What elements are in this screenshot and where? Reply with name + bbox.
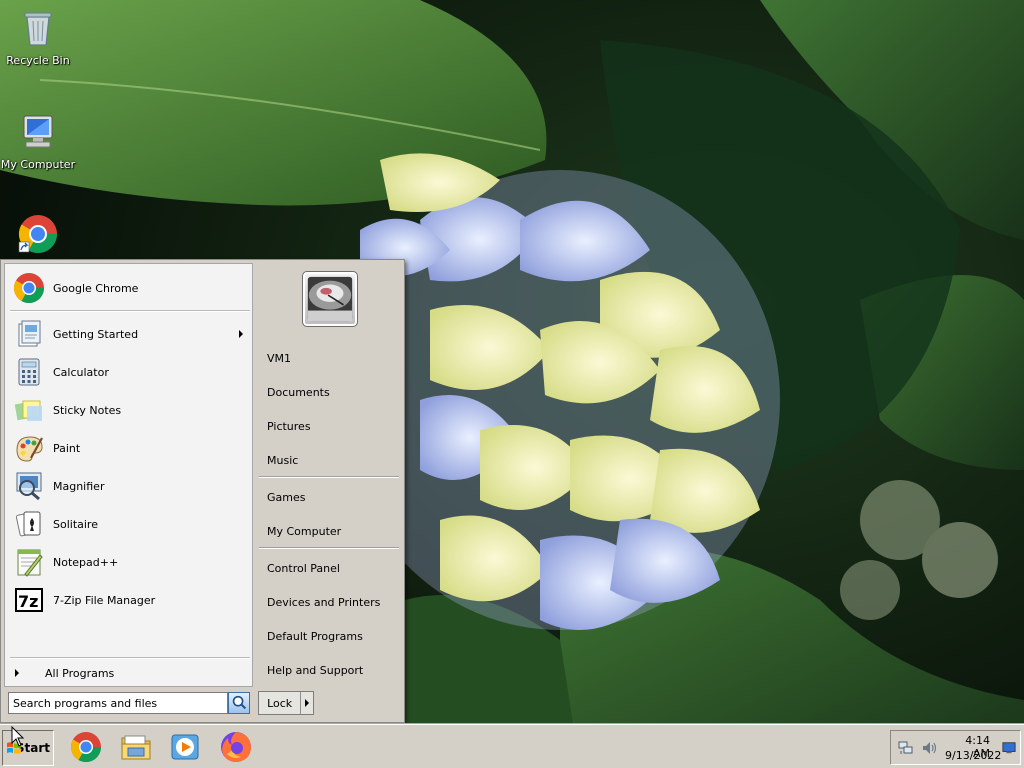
place-label: Control Panel <box>267 561 340 575</box>
user-avatar[interactable] <box>302 271 358 327</box>
places-separator <box>259 476 399 478</box>
search-input[interactable] <box>8 692 228 714</box>
show-desktop-icon[interactable] <box>1001 741 1017 755</box>
power-options-arrow-icon[interactable] <box>300 692 313 714</box>
taskbar-file-explorer-icon[interactable] <box>119 730 153 764</box>
taskbar-media-player-icon[interactable] <box>168 730 202 764</box>
start-item-label: Getting Started <box>53 327 139 341</box>
place-default-programs[interactable]: Default Programs <box>267 625 397 647</box>
desktop-icon-label: Recycle Bin <box>6 54 70 67</box>
clock-date[interactable]: 9/13/2022 <box>945 749 1001 762</box>
lock-button[interactable]: Lock <box>258 691 314 715</box>
place-control-panel[interactable]: Control Panel <box>267 557 397 579</box>
all-programs-label: All Programs <box>45 666 115 680</box>
mouse-cursor-icon <box>11 726 25 747</box>
place-label: Help and Support <box>267 663 364 677</box>
place-label: Documents <box>267 385 330 399</box>
desktop-icon-recycle-bin[interactable]: Recycle Bin <box>0 8 76 67</box>
place-label: Devices and Printers <box>267 595 381 609</box>
expand-arrow-icon <box>15 669 19 677</box>
place-vm1[interactable]: VM1 <box>267 347 397 369</box>
network-icon[interactable] <box>898 740 914 756</box>
submenu-arrow-icon <box>239 330 243 338</box>
taskbar: Start 4:14 AM 9/13/2022 <box>0 724 1024 768</box>
place-label: Default Programs <box>267 629 363 643</box>
start-menu-separator <box>10 657 250 659</box>
start-menu-programs-pane: Google Chrome Getting Started Calculator… <box>4 263 253 687</box>
desktop-icon-label: My Computer <box>0 158 76 171</box>
start-item-label: 7-Zip File Manager <box>53 593 156 607</box>
place-label: Pictures <box>267 419 311 433</box>
places-separator <box>259 547 399 549</box>
desktop-icon-my-computer[interactable]: My Computer <box>0 112 76 171</box>
place-label: VM1 <box>267 351 292 365</box>
place-devices-and-printers[interactable]: Devices and Printers <box>267 591 397 613</box>
lock-button-label: Lock <box>267 696 293 710</box>
place-pictures[interactable]: Pictures <box>267 415 397 437</box>
magnifier-icon <box>16 472 42 501</box>
svg-text:7z: 7z <box>18 592 38 611</box>
chrome-icon <box>13 273 45 304</box>
start-item-7-zip[interactable]: 7z 7-Zip File Manager <box>9 582 249 618</box>
start-item-label: Calculator <box>53 365 109 379</box>
place-music[interactable]: Music <box>267 449 397 471</box>
start-item-paint[interactable]: Paint <box>9 430 249 466</box>
start-button[interactable]: Start <box>2 730 54 766</box>
notepad-plus-plus-icon <box>17 549 43 577</box>
place-label: Music <box>267 453 299 467</box>
place-documents[interactable]: Documents <box>267 381 397 403</box>
start-item-calculator[interactable]: Calculator <box>9 354 249 390</box>
taskbar-chrome-icon[interactable] <box>69 730 103 764</box>
recycle-bin-icon <box>24 12 52 46</box>
search-icon[interactable] <box>228 692 250 714</box>
start-item-notepad-plus-plus[interactable]: Notepad++ <box>9 544 249 580</box>
start-item-label: Notepad++ <box>53 555 119 569</box>
sticky-notes-icon <box>14 400 42 421</box>
place-label: Games <box>267 490 306 504</box>
system-tray: 4:14 AM 9/13/2022 <box>890 730 1021 765</box>
chrome-shortcut-icon <box>18 215 58 254</box>
start-item-label: Paint <box>53 441 81 455</box>
start-item-getting-started[interactable]: Getting Started <box>9 316 249 352</box>
place-label: My Computer <box>267 524 342 538</box>
getting-started-icon <box>18 320 41 347</box>
all-programs-button[interactable]: All Programs <box>9 662 249 684</box>
start-item-label: Solitaire <box>53 517 98 531</box>
solitaire-icon <box>15 511 41 537</box>
seven-zip-icon: 7z <box>15 588 43 612</box>
taskbar-firefox-icon[interactable] <box>219 730 253 764</box>
start-item-magnifier[interactable]: Magnifier <box>9 468 249 504</box>
start-item-label: Google Chrome <box>53 281 139 295</box>
start-item-label: Magnifier <box>53 479 105 493</box>
desktop-icon-chrome-shortcut[interactable] <box>0 214 76 260</box>
start-item-solitaire[interactable]: Solitaire <box>9 506 249 542</box>
paint-icon <box>16 436 43 462</box>
computer-icon <box>23 115 53 148</box>
volume-icon[interactable] <box>921 740 937 756</box>
start-menu-places-pane: VM1 Documents Pictures Music Games My Co… <box>255 263 403 687</box>
place-help-and-support[interactable]: Help and Support <box>267 659 397 681</box>
start-menu-separator <box>10 310 250 312</box>
start-item-google-chrome[interactable]: Google Chrome <box>9 270 249 306</box>
start-item-sticky-notes[interactable]: Sticky Notes <box>9 392 249 428</box>
calculator-icon <box>18 358 40 386</box>
start-menu: Google Chrome Getting Started Calculator… <box>0 259 405 723</box>
place-games[interactable]: Games <box>267 486 397 508</box>
start-item-label: Sticky Notes <box>53 403 122 417</box>
place-my-computer[interactable]: My Computer <box>267 520 397 542</box>
